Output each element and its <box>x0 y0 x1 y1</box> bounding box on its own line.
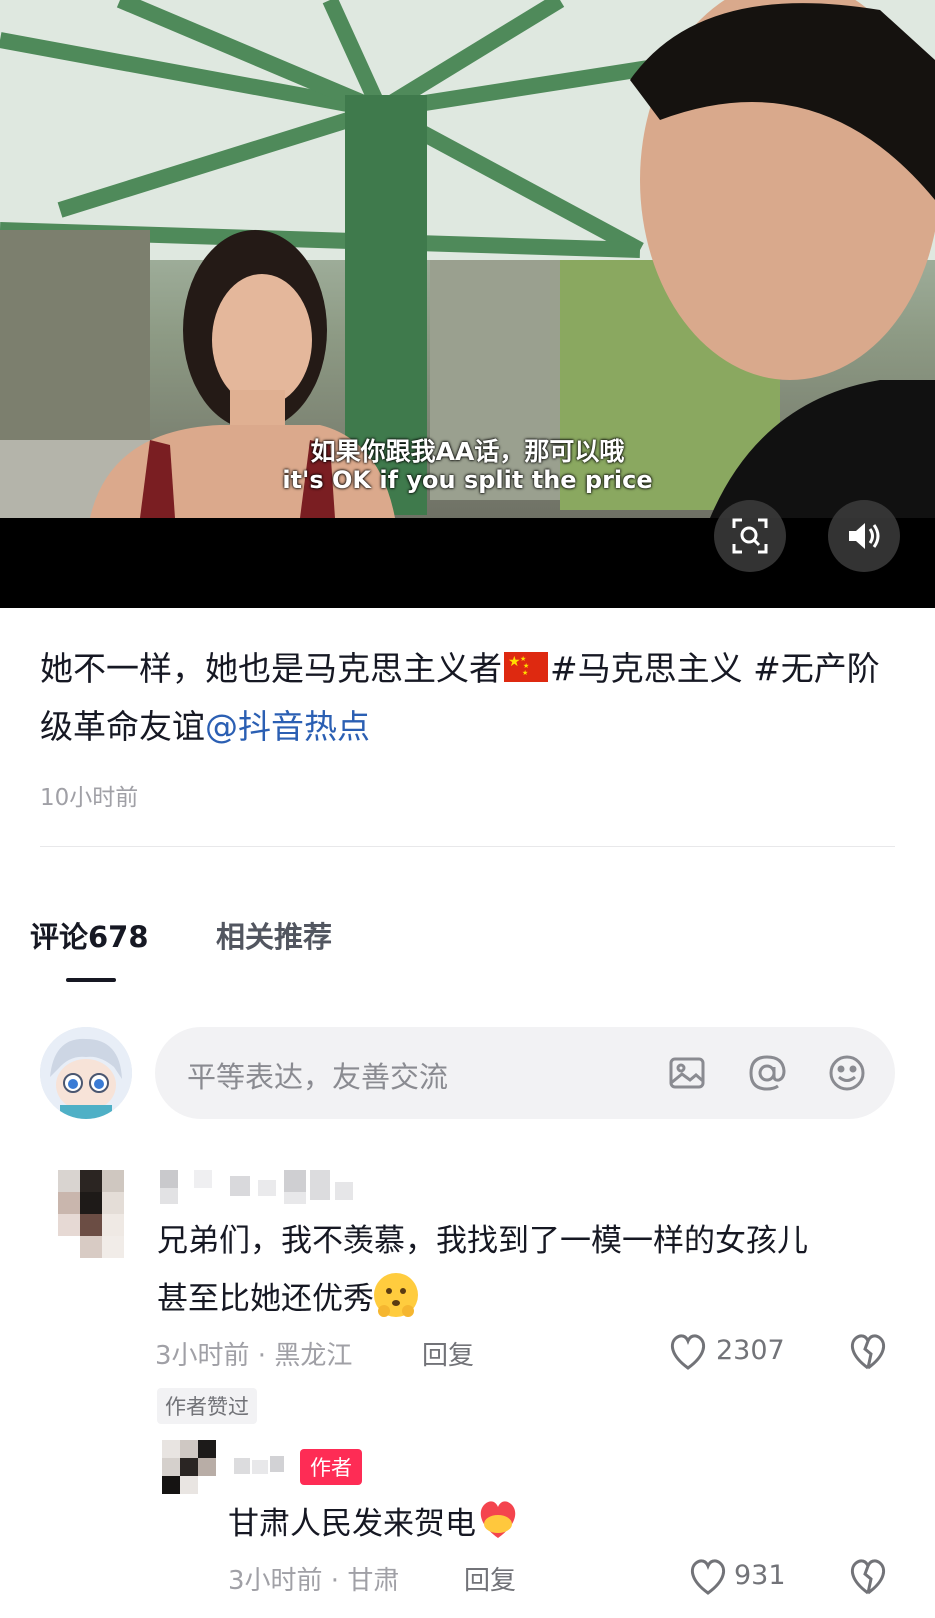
comment-text-line2: 甚至比她还优秀 <box>157 1281 374 1317</box>
emoji-icon[interactable] <box>827 1053 867 1093</box>
reply-broken-heart-icon[interactable] <box>848 1558 888 1596</box>
at-icon[interactable] <box>747 1053 787 1093</box>
video-frame: 如果你跟我AA话，那可以哦 it's OK if you split the p… <box>0 0 935 518</box>
post-time: 10小时前 <box>40 785 139 811</box>
reply-username-pixelated[interactable] <box>234 1456 286 1476</box>
video-subtitle-english: it's OK if you split the price <box>282 466 653 494</box>
scan-button[interactable] <box>714 500 786 572</box>
volume-icon <box>849 523 880 549</box>
china-flag-icon: ★ ★ ★ ★ <box>504 652 548 682</box>
reply-like-count: 931 <box>734 1560 786 1591</box>
author-badge: 作者 <box>300 1449 362 1485</box>
heart-icon[interactable] <box>668 1333 708 1371</box>
reply-avatar[interactable] <box>162 1440 216 1494</box>
volume-button[interactable] <box>828 500 900 572</box>
avatar[interactable] <box>40 1027 132 1119</box>
image-icon[interactable] <box>667 1053 707 1093</box>
broken-heart-icon[interactable] <box>848 1333 888 1371</box>
tab-indicator <box>66 978 116 982</box>
comment-avatar[interactable] <box>40 1170 130 1260</box>
video-subtitle-chinese: 如果你跟我AA话，那可以哦 <box>310 437 625 466</box>
reply-heart-icon[interactable] <box>688 1558 728 1596</box>
post-caption: 她不一样，她也是马克思主义者 ★ ★ ★ ★ #马克思主义 #无产阶级革命友谊@抖音热点 <box>40 640 900 756</box>
reply-time-location: 3小时前 · 甘肃 <box>228 1566 400 1596</box>
video-player[interactable]: 如果你跟我AA话，那可以哦 it's OK if you split the p… <box>0 0 935 608</box>
comment-text-line1: 兄弟们，我不羡慕，我找到了一模一样的女孩儿 <box>157 1223 808 1259</box>
tab-related[interactable]: 相关推荐 <box>216 914 332 956</box>
reply-text-content: 甘肃人民发来贺电 <box>228 1506 476 1542</box>
caption-mention[interactable]: @抖音热点 <box>205 707 370 746</box>
reply-button[interactable]: 回复 <box>422 1335 474 1372</box>
reply-reply-button[interactable]: 回复 <box>464 1560 516 1597</box>
comment-input-placeholder: 平等表达，友善交流 <box>187 1060 449 1094</box>
tab-comments[interactable]: 评论678 <box>30 914 149 956</box>
scan-icon <box>732 518 768 554</box>
handshake-heart-emoji-icon <box>476 1498 520 1542</box>
reply-text: 甘肃人民发来贺电 <box>228 1498 520 1546</box>
comment-time-location: 3小时前 · 黑龙江 <box>155 1341 353 1371</box>
comment-like-count: 2307 <box>716 1335 785 1366</box>
divider <box>40 846 895 847</box>
comment-text: 兄弟们，我不羡慕，我找到了一模一样的女孩儿 甚至比她还优秀 <box>157 1212 897 1328</box>
caption-text: 她不一样，她也是马克思主义者 <box>40 649 502 688</box>
shy-face-emoji-icon <box>374 1273 418 1317</box>
comment-input[interactable]: 平等表达，友善交流 <box>155 1027 895 1119</box>
author-liked-badge: 作者赞过 <box>157 1388 257 1424</box>
